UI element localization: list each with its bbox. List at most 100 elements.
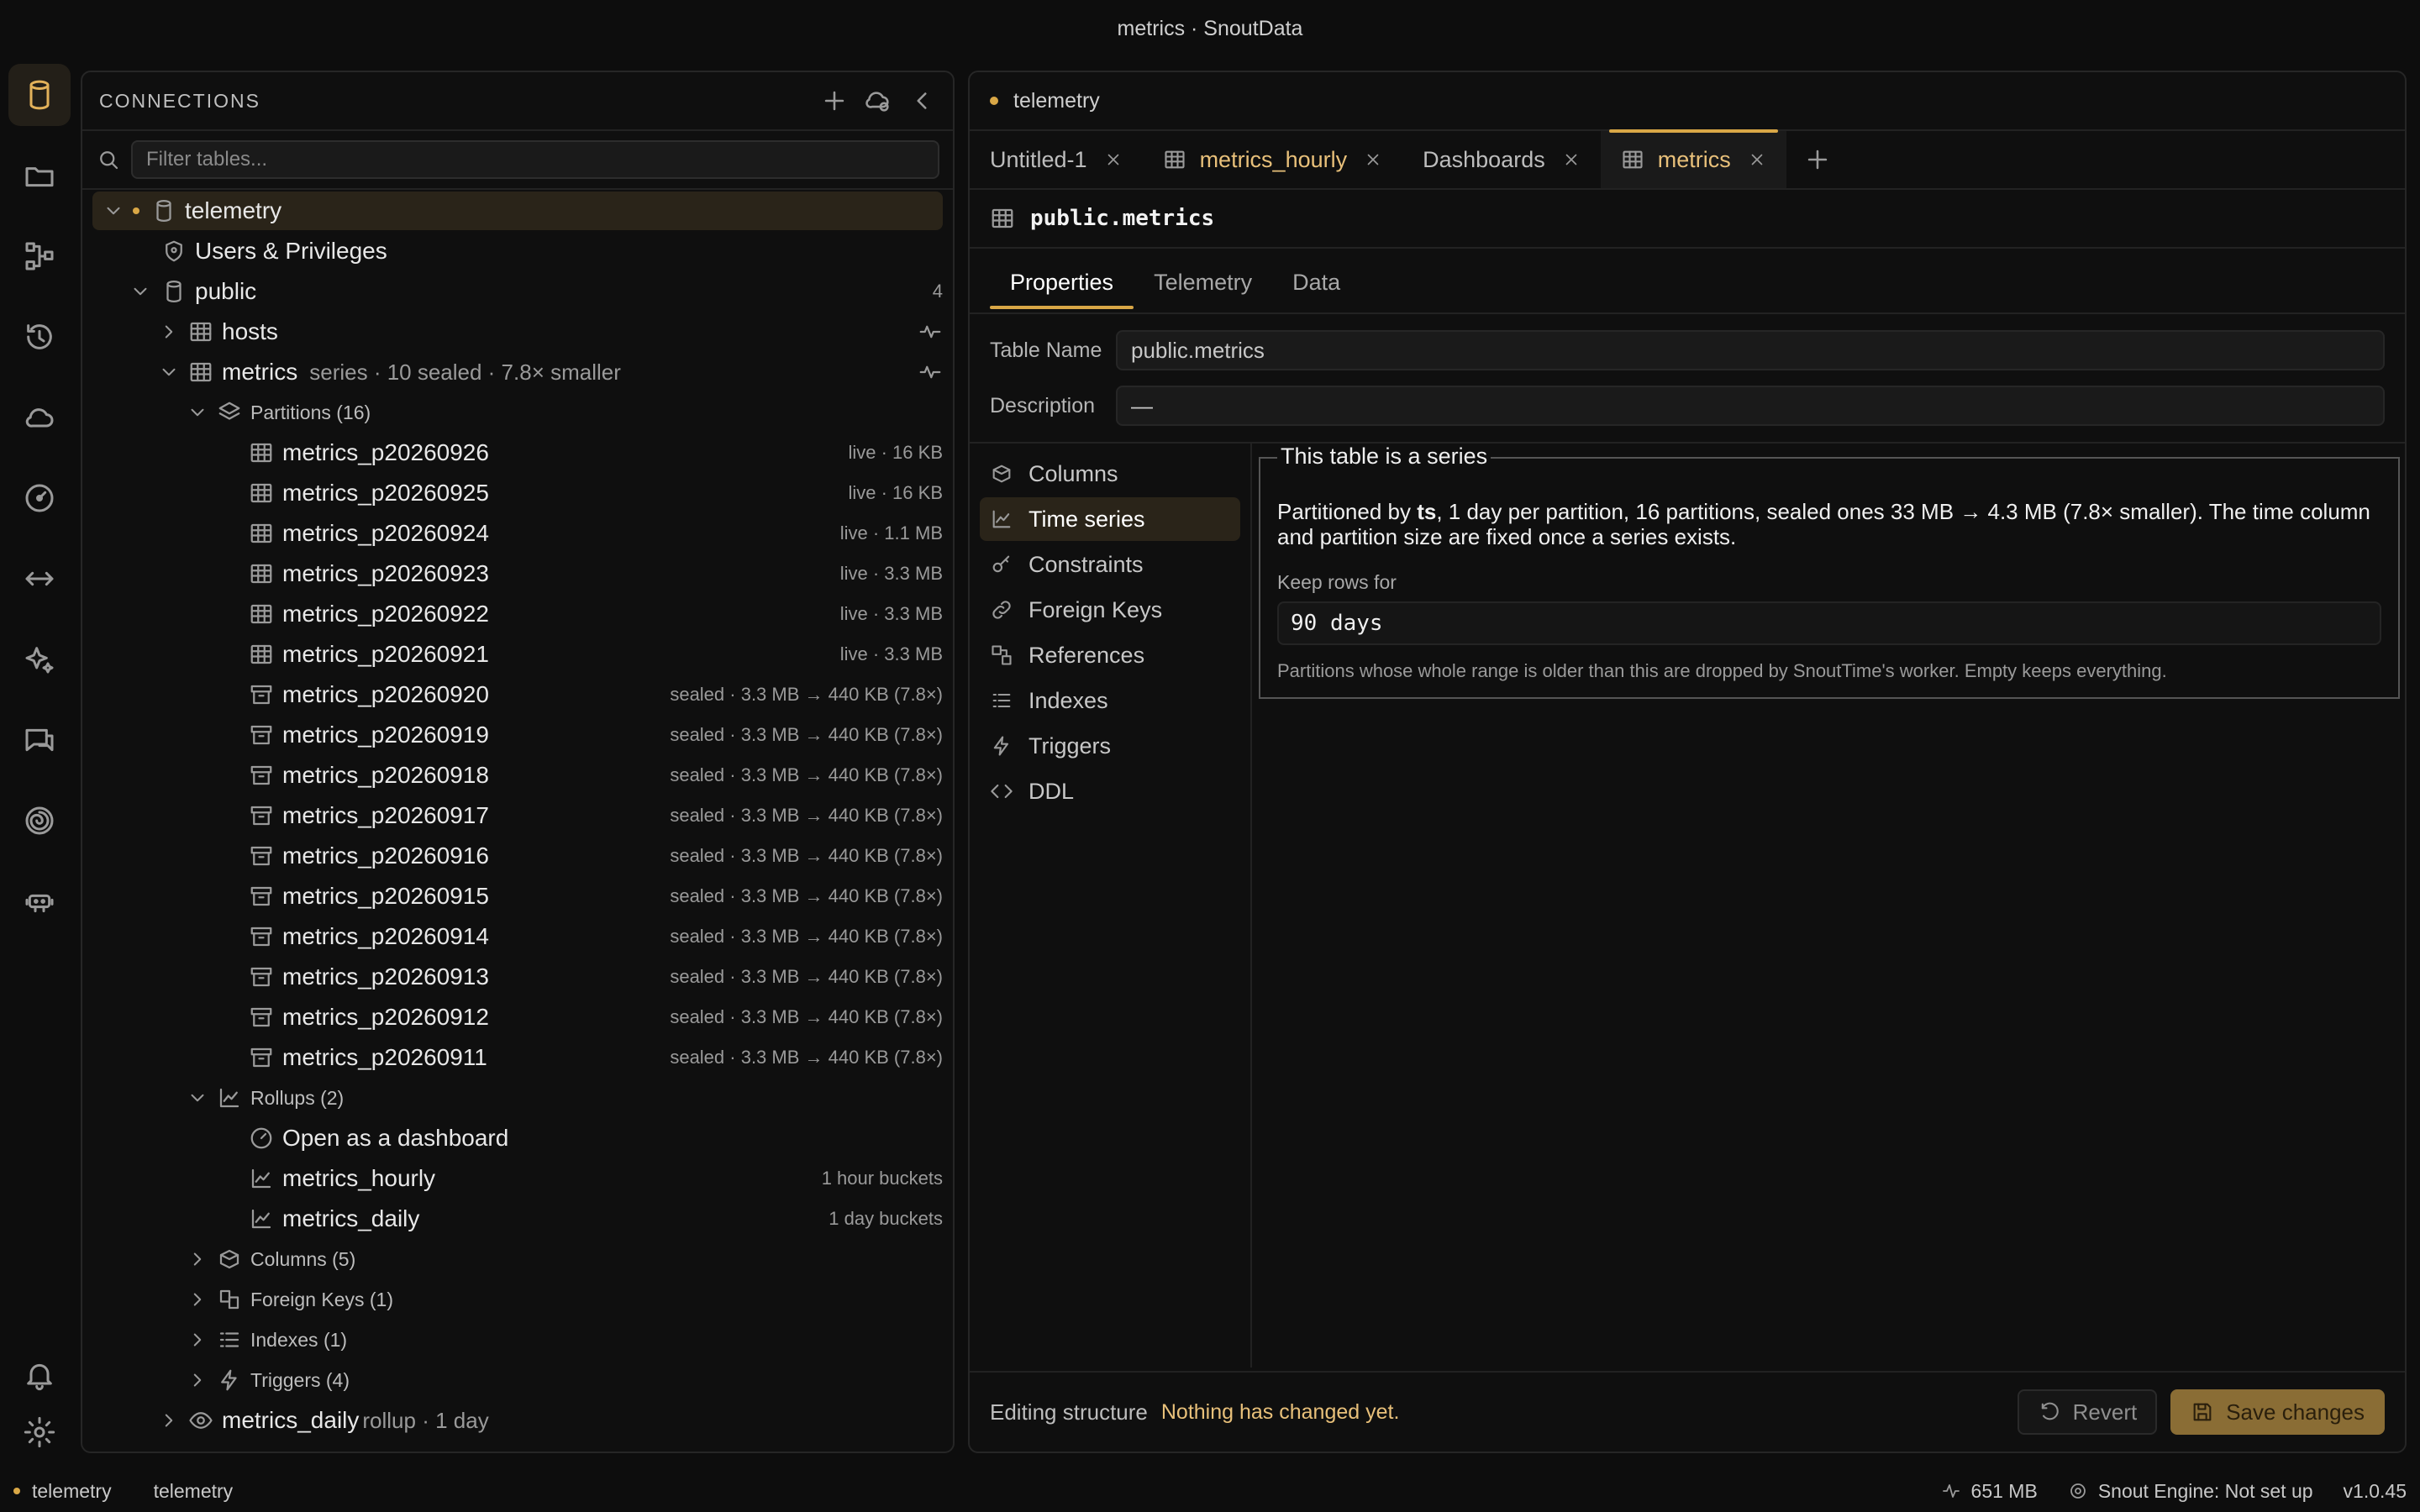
table-icon [250, 483, 272, 503]
foreign-key-icon [219, 1289, 239, 1310]
tree-users-privileges[interactable]: Users & Privileges [92, 232, 943, 270]
link-icon [992, 601, 1011, 619]
tree-partition[interactable]: metrics_p20260915 sealed · 3.3 MB → 440 K… [92, 877, 943, 916]
property-subtabs: Properties Telemetry Data [990, 249, 1360, 316]
side-nav-item[interactable]: Constraints [980, 543, 1240, 586]
database-icon [156, 200, 171, 222]
chart-icon [992, 510, 1011, 528]
tree-partition[interactable]: metrics_p20260920 sealed · 3.3 MB → 440 K… [92, 675, 943, 714]
description-input[interactable]: — [1116, 386, 2385, 426]
chat-icon[interactable] [8, 709, 71, 771]
robot-icon[interactable] [8, 870, 71, 932]
database-icon[interactable] [8, 64, 71, 126]
revert-button[interactable]: Revert [2017, 1389, 2158, 1435]
close-icon[interactable] [1748, 150, 1766, 169]
archive-icon [250, 927, 272, 947]
tree-table-metrics[interactable]: metrics series · 10 sealed · 7.8× smaller [92, 353, 943, 391]
keep-rows-hint: Partitions whose whole range is older th… [1277, 660, 2167, 681]
close-icon[interactable] [1364, 150, 1382, 169]
schema-icon [166, 281, 182, 302]
tree-foreign-keys-group[interactable]: Foreign Keys (1) [92, 1280, 943, 1319]
tree-partition[interactable]: metrics_p20260926 live · 16 KB [92, 433, 943, 472]
tree-columns-group[interactable]: Columns (5) [92, 1240, 943, 1278]
gauge-icon[interactable] [8, 467, 71, 529]
tree-rollup[interactable]: metrics_daily 1 day buckets [92, 1200, 943, 1238]
tree-triggers-group[interactable]: Triggers (4) [92, 1361, 943, 1399]
tree-partition[interactable]: metrics_p20260922 live · 3.3 MB [92, 595, 943, 633]
schema-icon[interactable] [8, 225, 71, 287]
active-connection-bar: telemetry [970, 72, 2405, 131]
tree-partition[interactable]: metrics_p20260917 sealed · 3.3 MB → 440 K… [92, 796, 943, 835]
subtab-telemetry[interactable]: Telemetry [1134, 263, 1272, 302]
tree-partition[interactable]: metrics_p20260912 sealed · 3.3 MB → 440 K… [92, 998, 943, 1037]
list-icon [219, 1332, 239, 1347]
keep-rows-label: Keep rows for [1277, 571, 1397, 593]
tree-table-hosts[interactable]: hosts [92, 312, 943, 351]
tree-partition[interactable]: metrics_p20260921 live · 3.3 MB [92, 635, 943, 674]
divider [970, 312, 2405, 314]
activity-icon [919, 325, 941, 339]
sparkles-icon[interactable] [8, 628, 71, 690]
editor-tab[interactable]: Untitled-1 [970, 131, 1143, 188]
bell-icon[interactable] [8, 1344, 71, 1406]
app-version: v1.0.45 [2343, 1479, 2407, 1502]
tree-partition[interactable]: metrics_p20260923 live · 3.3 MB [92, 554, 943, 593]
new-tab-button[interactable] [1786, 131, 1849, 188]
add-connection-icon[interactable] [820, 87, 849, 115]
editor-tab[interactable]: metrics_hourly [1143, 131, 1403, 188]
close-icon[interactable] [1104, 150, 1123, 169]
tree-partition[interactable]: metrics_p20260925 live · 16 KB [92, 474, 943, 512]
history-icon[interactable] [8, 306, 71, 368]
status-database[interactable]: telemetry [154, 1480, 234, 1503]
folder-icon[interactable] [8, 144, 71, 207]
tree-rollup[interactable]: Open as a dashboard [92, 1119, 943, 1158]
close-icon[interactable] [1562, 150, 1581, 169]
editor-tab[interactable]: Dashboards [1402, 131, 1601, 188]
spiral-icon[interactable] [8, 790, 71, 852]
subtab-data[interactable]: Data [1272, 263, 1360, 302]
tree-rollup[interactable]: metrics_hourly 1 hour buckets [92, 1159, 943, 1198]
tree-partitions-group[interactable]: Partitions (16) [92, 393, 943, 432]
gear-icon[interactable] [8, 1401, 71, 1463]
subtab-properties[interactable]: Properties [990, 263, 1134, 309]
side-nav-item[interactable]: Columns [980, 452, 1240, 496]
engine-status[interactable]: Snout Engine: Not set up [2068, 1480, 2313, 1503]
side-nav-item[interactable]: Time series [980, 497, 1240, 541]
side-nav-item[interactable]: References [980, 633, 1240, 677]
editor-tab[interactable]: metrics [1600, 129, 1786, 188]
connection-status-dot [990, 97, 998, 105]
save-changes-button[interactable]: Save changes [2170, 1389, 2385, 1435]
filter-tables-input[interactable]: Filter tables... [131, 140, 939, 179]
cloud-add-icon[interactable] [864, 87, 892, 115]
keep-rows-input[interactable]: 90 days [1277, 601, 2381, 645]
side-nav-item[interactable]: Foreign Keys [980, 588, 1240, 632]
undo-icon [2041, 1402, 2059, 1420]
cloud-icon[interactable] [8, 386, 71, 449]
tree-partition[interactable]: metrics_p20260913 sealed · 3.3 MB → 440 K… [92, 958, 943, 996]
table-name-input[interactable]: public.metrics [1116, 330, 2385, 370]
chevron-down-icon [107, 207, 120, 215]
tree-partition[interactable]: metrics_p20260919 sealed · 3.3 MB → 440 K… [92, 716, 943, 754]
series-description: Partitioned by ts, 1 day per partition, … [1277, 499, 2370, 549]
side-nav-item[interactable]: Triggers [980, 724, 1240, 768]
tree-partition[interactable]: metrics_p20260914 sealed · 3.3 MB → 440 K… [92, 917, 943, 956]
tree-indexes-group[interactable]: Indexes (1) [92, 1320, 943, 1359]
side-nav-item[interactable]: Indexes [980, 679, 1240, 722]
transfer-icon[interactable] [8, 548, 71, 610]
tree-partition[interactable]: metrics_p20260918 sealed · 3.3 MB → 440 K… [92, 756, 943, 795]
collapse-panel-icon[interactable] [908, 87, 936, 115]
table-icon [250, 644, 272, 664]
tree-rollups-group[interactable]: Rollups (2) [92, 1079, 943, 1117]
tree-partition[interactable]: metrics_p20260916 sealed · 3.3 MB → 440 K… [92, 837, 943, 875]
list-icon [992, 693, 1011, 708]
object-title-text: public.metrics [1030, 206, 1215, 231]
connections-title: CONNECTIONS [99, 89, 260, 112]
tree-connection-telemetry[interactable]: telemetry [92, 192, 943, 230]
tree-partition[interactable]: metrics_p20260911 sealed · 3.3 MB → 440 K… [92, 1038, 943, 1077]
tree-partition[interactable]: metrics_p20260924 live · 1.1 MB [92, 514, 943, 553]
tree-rollup-metrics-daily[interactable]: metrics_daily rollup · 1 day [92, 1401, 943, 1440]
editor-tabs: Untitled-1 metrics_hourly Dashboards metric… [970, 129, 2405, 190]
status-connection[interactable]: telemetry [32, 1480, 112, 1503]
tree-schema-public[interactable]: public 4 [92, 272, 943, 311]
side-nav-item[interactable]: DDL [980, 769, 1240, 813]
